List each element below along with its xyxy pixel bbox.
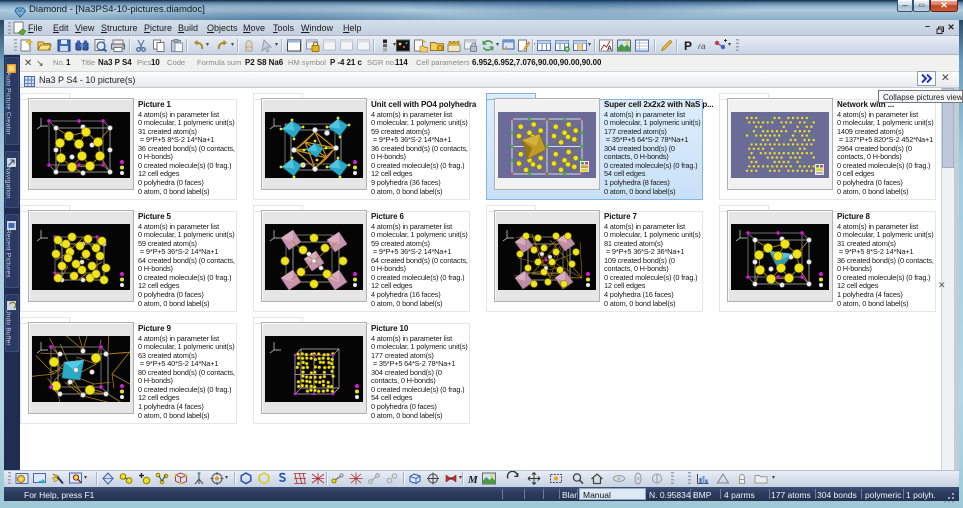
svg-text:A: A xyxy=(607,46,612,53)
svg-text:ra: ra xyxy=(698,41,706,51)
svg-text:M: M xyxy=(467,474,479,486)
svg-text:P: P xyxy=(684,39,692,53)
